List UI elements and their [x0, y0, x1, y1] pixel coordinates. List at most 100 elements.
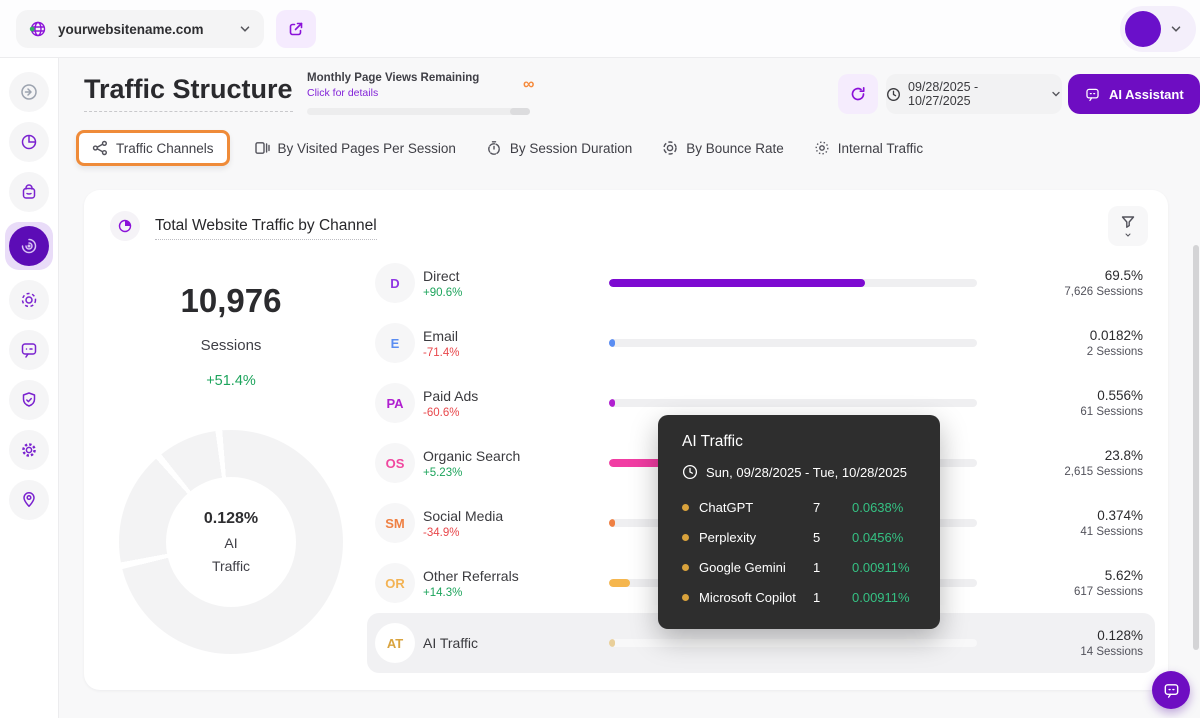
date-range-picker[interactable]: 09/28/2025 - 10/27/2025	[886, 74, 1062, 114]
site-selector[interactable]: yourwebsitename.com	[16, 10, 264, 48]
channel-row-email[interactable]: E Email -71.4% 0.0182% 2 Sessions	[367, 313, 1155, 373]
sidebar-item-recordings[interactable]	[9, 280, 49, 320]
sidebar-item-location[interactable]	[9, 480, 49, 520]
bullet-icon	[682, 564, 689, 571]
channel-row-direct[interactable]: D Direct +90.6% 69.5% 7,626 Sessions	[367, 253, 1155, 313]
tab-session-duration[interactable]: By Session Duration	[480, 131, 638, 165]
chevron-down-icon	[1123, 231, 1133, 239]
channel-avatar: OR	[375, 563, 415, 603]
tooltip-row: Google Gemini 1 0.00911%	[682, 552, 920, 582]
help-chat-fab[interactable]	[1152, 671, 1190, 709]
sessions-total: 10,976	[131, 282, 331, 320]
sidebar-item-dashboard[interactable]	[9, 122, 49, 162]
channel-avatar: PA	[375, 383, 415, 423]
bullet-icon	[682, 594, 689, 601]
tooltip-date: Sun, 09/28/2025 - Tue, 10/28/2025	[706, 465, 907, 480]
channel-percent: 0.374%	[993, 508, 1143, 523]
infinity-symbol: ∞	[523, 76, 534, 94]
bullet-icon	[682, 534, 689, 541]
quota-label: Monthly Page Views Remaining	[307, 72, 539, 84]
ai-assistant-button[interactable]: AI Assistant	[1068, 74, 1200, 114]
chat-bubble-icon	[1162, 681, 1181, 700]
sidebar-item-security[interactable]	[9, 380, 49, 420]
refresh-icon	[849, 85, 867, 103]
target-icon	[662, 140, 678, 156]
tab-label: By Bounce Rate	[686, 141, 784, 156]
filter-button[interactable]	[1108, 206, 1148, 246]
tab-label: Internal Traffic	[838, 141, 923, 156]
channel-avatar: AT	[375, 623, 415, 663]
card-title: Total Website Traffic by Channel	[155, 217, 377, 240]
page-title: Traffic Structure	[84, 74, 293, 112]
top-bar: yourwebsitename.com	[0, 0, 1200, 58]
channel-avatar: OS	[375, 443, 415, 483]
channel-change: +90.6%	[423, 287, 593, 299]
tab-label: Traffic Channels	[116, 141, 214, 156]
sidebar	[0, 58, 59, 718]
quota-details-link[interactable]: Click for details	[307, 87, 539, 99]
sidebar-item-feedback[interactable]	[9, 330, 49, 370]
channel-sessions: 14 Sessions	[993, 646, 1143, 658]
channel-bar	[609, 339, 977, 347]
channel-percent: 0.128%	[993, 628, 1143, 643]
shield-check-icon	[19, 390, 39, 410]
channel-bar	[609, 279, 977, 287]
sidebar-item-settings[interactable]	[9, 430, 49, 470]
ai-assistant-label: AI Assistant	[1109, 87, 1184, 102]
channel-name: Organic Search	[423, 448, 593, 464]
vertical-scrollbar[interactable]	[1193, 245, 1199, 650]
sessions-label: Sessions	[131, 337, 331, 354]
channel-bar	[609, 639, 977, 647]
channel-change: +5.23%	[423, 467, 593, 479]
funnel-icon	[1120, 214, 1136, 230]
sun-burst-icon	[814, 140, 830, 156]
clock-icon	[886, 87, 901, 102]
pages-icon	[254, 140, 270, 156]
main-content: Traffic Structure Monthly Page Views Rem…	[59, 58, 1200, 718]
channel-name: Social Media	[423, 508, 593, 524]
traffic-donut-chart[interactable]: 0.128% AI Traffic	[119, 430, 343, 654]
channel-avatar: D	[375, 263, 415, 303]
channel-name: Paid Ads	[423, 388, 593, 404]
tab-label: By Visited Pages Per Session	[278, 141, 456, 156]
channel-sessions: 2 Sessions	[993, 346, 1143, 358]
gear-icon	[19, 440, 39, 460]
quota-progress-used	[510, 108, 530, 115]
clock-icon	[682, 464, 698, 480]
channel-change: -34.9%	[423, 527, 593, 539]
traffic-by-channel-card: Total Website Traffic by Channel 10,976 …	[84, 190, 1168, 690]
tooltip-row: Microsoft Copilot 1 0.00911%	[682, 582, 920, 612]
tooltip-rows: ChatGPT 7 0.0638% Perplexity 5 0.0456% G…	[682, 492, 920, 612]
date-range-value: 09/28/2025 - 10/27/2025	[908, 80, 1043, 108]
sidebar-item-traffic-active[interactable]	[5, 222, 53, 270]
bullet-icon	[682, 504, 689, 511]
tooltip-title: AI Traffic	[682, 433, 920, 451]
tooltip-row: Perplexity 5 0.0456%	[682, 522, 920, 552]
tab-traffic-channels[interactable]: Traffic Channels	[76, 130, 230, 166]
channel-percent: 69.5%	[993, 268, 1143, 283]
tab-visited-pages[interactable]: By Visited Pages Per Session	[248, 131, 462, 165]
tab-internal-traffic[interactable]: Internal Traffic	[808, 131, 929, 165]
chevron-down-icon	[1050, 88, 1062, 100]
channel-sessions: 7,626 Sessions	[993, 286, 1143, 298]
shopping-bag-icon	[19, 182, 39, 202]
user-menu[interactable]	[1120, 6, 1196, 52]
record-icon	[19, 290, 39, 310]
sidebar-item-ecommerce[interactable]	[9, 172, 49, 212]
channel-avatar: E	[375, 323, 415, 363]
tooltip-date-row: Sun, 09/28/2025 - Tue, 10/28/2025	[682, 464, 920, 480]
channel-percent: 23.8%	[993, 448, 1143, 463]
channel-change: +14.3%	[423, 587, 593, 599]
channel-name: Other Referrals	[423, 568, 593, 584]
open-site-button[interactable]	[276, 10, 316, 48]
chevron-down-icon	[1169, 22, 1183, 36]
chat-icon	[1084, 86, 1101, 103]
donut-center-line2: Traffic	[212, 558, 250, 574]
sessions-summary: 10,976 Sessions +51.4%	[131, 282, 331, 389]
refresh-button[interactable]	[838, 74, 878, 114]
tab-bounce-rate[interactable]: By Bounce Rate	[656, 131, 790, 165]
network-icon	[92, 140, 108, 156]
channel-sessions: 2,615 Sessions	[993, 466, 1143, 478]
sidebar-collapse-button[interactable]	[9, 72, 49, 112]
donut-center-percent: 0.128%	[204, 510, 258, 528]
